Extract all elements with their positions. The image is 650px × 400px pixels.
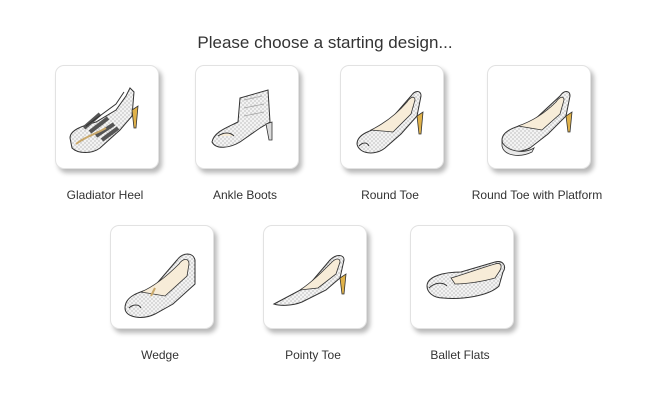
page-title: Please choose a starting design... [197,33,453,52]
design-card[interactable] [195,65,299,169]
round-toe-shoe-icon [356,91,424,154]
wedge-shoe-icon [124,253,196,318]
pointy-toe-shoe-icon [272,255,347,306]
design-label: Ankle Boots [212,188,278,202]
ballet-flat-icon [426,261,506,299]
design-label: Pointy Toe [285,348,341,362]
design-label: Ballet Flats [430,348,490,362]
design-label: Wedge [141,348,179,362]
design-card[interactable] [263,225,367,329]
design-label: Gladiator Heel [66,188,144,202]
design-card[interactable] [55,65,159,169]
design-label: Round Toe with Platform [471,188,603,202]
ankle-boot-icon [211,89,273,148]
design-card[interactable] [487,65,591,169]
design-label: Round Toe [361,188,419,202]
design-card[interactable] [340,65,444,169]
gladiator-heel-shoe-icon [69,87,139,153]
round-toe-platform-shoe-icon [501,91,573,156]
design-card[interactable] [410,225,514,329]
design-card[interactable] [110,225,214,329]
